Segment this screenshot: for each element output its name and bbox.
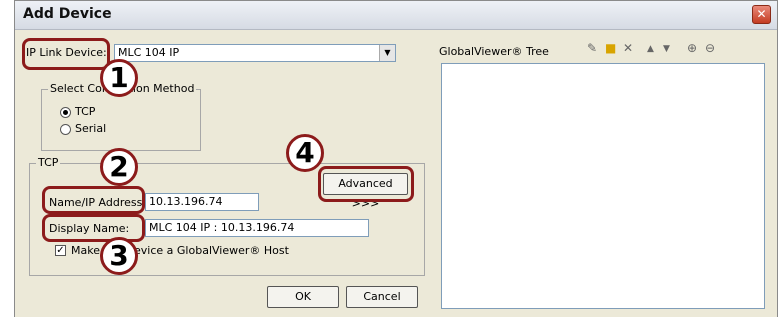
- address-input[interactable]: 10.13.196.74: [145, 193, 259, 211]
- move-up-icon[interactable]: ▲: [647, 44, 654, 54]
- cancel-button[interactable]: Cancel: [346, 286, 418, 308]
- callout-box-address: [42, 186, 145, 214]
- callout-2: 2: [100, 148, 138, 186]
- move-down-icon[interactable]: ▼: [663, 44, 670, 54]
- tree-view[interactable]: [441, 63, 765, 309]
- remove-icon[interactable]: ⊖: [705, 41, 715, 55]
- ip-link-select[interactable]: MLC 104 IP ▼: [114, 44, 396, 62]
- display-name-input[interactable]: MLC 104 IP : 10.13.196.74: [145, 219, 369, 237]
- ok-button[interactable]: OK: [267, 286, 339, 308]
- delete-icon[interactable]: ✕: [623, 41, 633, 55]
- radio-tcp[interactable]: [60, 107, 71, 118]
- title-bar: Add Device ✕: [15, 1, 777, 30]
- close-icon[interactable]: ✕: [752, 5, 771, 24]
- callout-box-display-name: [42, 214, 145, 242]
- connection-method-group: Select Connection Method: [41, 82, 201, 151]
- ip-link-value: MLC 104 IP: [118, 46, 180, 59]
- callout-box-ip-link: [22, 38, 110, 70]
- chevron-down-icon[interactable]: ▼: [379, 45, 395, 61]
- window-title: Add Device: [23, 6, 112, 22]
- callout-box-advanced: [318, 166, 414, 202]
- callout-3: 3: [100, 237, 138, 275]
- callout-4: 4: [286, 134, 324, 172]
- add-icon[interactable]: ⊕: [687, 41, 697, 55]
- callout-1: 1: [100, 59, 138, 97]
- tcp-group-title: TCP: [36, 156, 61, 169]
- tree-label: GlobalViewer® Tree: [439, 45, 549, 58]
- edit-icon[interactable]: ✎: [587, 41, 597, 55]
- radio-tcp-label: TCP: [75, 105, 96, 118]
- radio-serial-label: Serial: [75, 122, 107, 135]
- radio-serial[interactable]: [60, 124, 71, 135]
- folder-icon[interactable]: ■: [605, 41, 616, 55]
- host-checkbox[interactable]: ✓: [55, 245, 66, 256]
